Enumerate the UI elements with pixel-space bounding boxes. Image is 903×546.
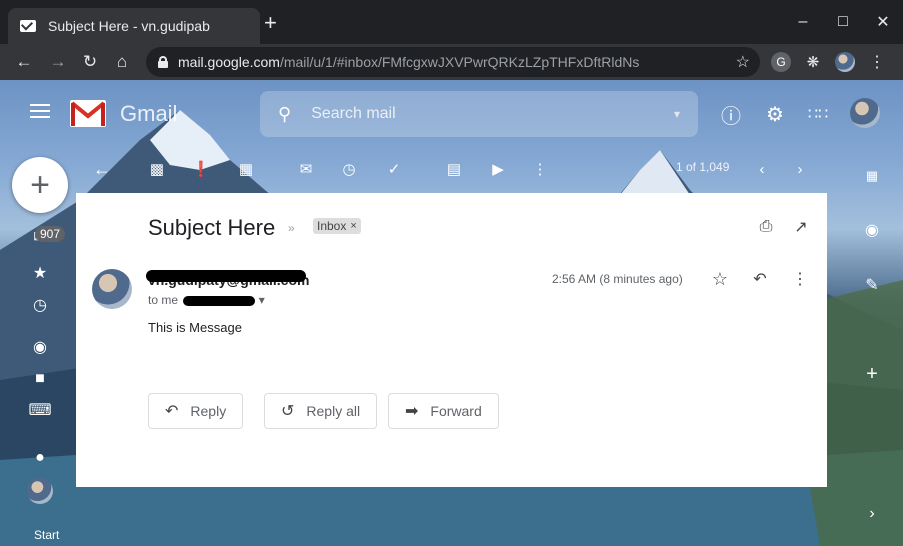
- gmail-app: Gmail ⚲ ▾ ⓘ ⚙ ∷∷ + ✉ 907 ★ ◷ ◉ ■ ⌨ ● Sta…: [0, 80, 903, 546]
- starred-icon[interactable]: ★: [30, 263, 50, 283]
- move-to-icon[interactable]: ▤: [444, 159, 464, 179]
- main-menu-icon[interactable]: [30, 104, 50, 118]
- pagination-text: 1 of 1,049: [676, 160, 730, 174]
- chat-icon[interactable]: ●: [30, 448, 50, 468]
- extension-g-icon[interactable]: G: [771, 52, 791, 72]
- search-icon[interactable]: ⚲: [278, 104, 291, 125]
- reply-label: Reply: [190, 403, 227, 419]
- forward-button[interactable]: ➡ Forward: [388, 393, 499, 429]
- search-options-icon[interactable]: ▾: [674, 107, 680, 121]
- archive-icon[interactable]: ▩: [147, 159, 167, 179]
- message-body: This is Message: [148, 320, 242, 335]
- reply-button[interactable]: ↶ Reply: [148, 393, 244, 429]
- url-text: mail.google.com/mail/u/1/#inbox/FMfcgxwJ…: [178, 54, 640, 70]
- forward-icon[interactable]: →: [46, 50, 70, 74]
- calendar-icon[interactable]: ▦: [862, 166, 882, 186]
- keyboard-icon[interactable]: ⌨: [28, 400, 51, 420]
- star-message-icon[interactable]: ☆: [710, 269, 730, 289]
- account-avatar[interactable]: [850, 98, 880, 128]
- profile-avatar[interactable]: [835, 52, 855, 72]
- reload-icon[interactable]: ↻: [78, 50, 102, 74]
- browser-toolbar: ← → ↻ ⌂ mail.google.com/mail/u/1/#inbox/…: [0, 44, 903, 80]
- message-timestamp: 2:56 AM (8 minutes ago): [552, 272, 683, 286]
- minimize-button[interactable]: –: [783, 0, 823, 44]
- sender-avatar[interactable]: [92, 269, 132, 309]
- gmail-logo-icon[interactable]: [70, 100, 106, 127]
- browser-tab[interactable]: Subject Here - vn.gudipab: [8, 8, 260, 44]
- mark-unread-icon[interactable]: ✉: [296, 159, 316, 179]
- add-addon-icon[interactable]: +: [862, 363, 882, 385]
- reply-all-arrow-icon: ↺: [281, 403, 295, 420]
- reply-all-button[interactable]: ↺ Reply all: [264, 393, 378, 429]
- print-icon[interactable]: ⎙: [756, 217, 776, 237]
- search-bar[interactable]: ⚲ ▾: [260, 91, 698, 137]
- gmail-header: Gmail ⚲ ▾ ⓘ ⚙ ∷∷: [0, 80, 903, 146]
- search-input[interactable]: [311, 105, 612, 123]
- inbox-label-chip[interactable]: Inbox ×: [313, 218, 361, 234]
- labels-icon[interactable]: ▶: [488, 159, 508, 179]
- hangouts-icon[interactable]: ◉: [30, 337, 50, 357]
- apps-grid-icon[interactable]: ∷∷: [806, 102, 830, 126]
- puzzle-icon[interactable]: ❋: [803, 52, 823, 72]
- back-icon[interactable]: ←: [12, 50, 36, 74]
- recipient-prefix: to me: [148, 293, 179, 307]
- browser-tab-bar: Subject Here - vn.gudipab + – □ ✕: [0, 0, 903, 44]
- new-tab-button[interactable]: +: [264, 12, 277, 34]
- newer-chevron-icon[interactable]: ‹: [752, 159, 772, 179]
- message-more-icon[interactable]: ⋮: [790, 269, 810, 289]
- recipient-redaction: [183, 295, 256, 306]
- snooze-icon[interactable]: ◷: [339, 159, 359, 179]
- video-meet-icon[interactable]: ■: [30, 369, 50, 389]
- expand-panel-icon[interactable]: ›: [862, 504, 882, 524]
- label-text: Inbox: [317, 219, 347, 233]
- remove-label-icon[interactable]: ×: [350, 220, 356, 232]
- snoozed-clock-icon[interactable]: ◷: [30, 295, 50, 315]
- add-to-tasks-icon[interactable]: ✓: [384, 159, 404, 179]
- tasks-icon[interactable]: ✎: [862, 275, 882, 295]
- browser-menu-icon[interactable]: ⋮: [867, 52, 887, 72]
- reply-arrow-icon: ↶: [165, 403, 179, 420]
- bookmark-star-icon[interactable]: ☆: [736, 52, 750, 72]
- gmail-favicon-icon: [20, 20, 36, 32]
- forward-arrow-icon: ➡: [405, 403, 419, 420]
- settings-gear-icon[interactable]: ⚙: [763, 102, 787, 126]
- reply-all-label: Reply all: [306, 403, 361, 419]
- recipient-details-chevron-icon[interactable]: ▾: [259, 293, 265, 307]
- back-to-inbox-icon[interactable]: ←: [92, 159, 112, 179]
- open-new-window-icon[interactable]: ↗: [791, 217, 811, 237]
- keep-icon[interactable]: ◉: [862, 220, 882, 240]
- more-actions-icon[interactable]: ⋮: [530, 159, 550, 179]
- help-icon[interactable]: ⓘ: [719, 102, 743, 128]
- address-bar[interactable]: mail.google.com/mail/u/1/#inbox/FMfcgxwJ…: [146, 47, 760, 77]
- message-view: Subject Here » Inbox × ⎙ ↗ vn.gudipaty@g…: [76, 193, 827, 487]
- forward-label: Forward: [430, 403, 482, 419]
- older-chevron-icon[interactable]: ›: [790, 159, 810, 179]
- compose-button[interactable]: +: [12, 157, 68, 213]
- gmail-wordmark: Gmail: [120, 101, 178, 126]
- recipient-line[interactable]: to me ▾: [148, 293, 265, 307]
- close-window-button[interactable]: ✕: [863, 0, 903, 44]
- chat-user-avatar[interactable]: [27, 478, 53, 504]
- redaction-mark: [146, 270, 306, 282]
- lock-icon: [158, 56, 168, 68]
- message-subject: Subject Here: [148, 215, 276, 240]
- importance-marker-icon[interactable]: »: [288, 221, 295, 235]
- window-controls: – □ ✕: [783, 0, 903, 44]
- report-spam-icon[interactable]: ❗: [191, 159, 211, 179]
- tab-title: Subject Here - vn.gudipab: [48, 18, 210, 34]
- home-icon[interactable]: ⌂: [110, 50, 134, 74]
- delete-icon[interactable]: ▦: [236, 159, 256, 179]
- start-chat-link[interactable]: Start: [34, 528, 59, 542]
- inbox-count-badge: 907: [35, 226, 66, 242]
- reply-icon[interactable]: ↶: [750, 269, 770, 289]
- maximize-button[interactable]: □: [823, 0, 863, 44]
